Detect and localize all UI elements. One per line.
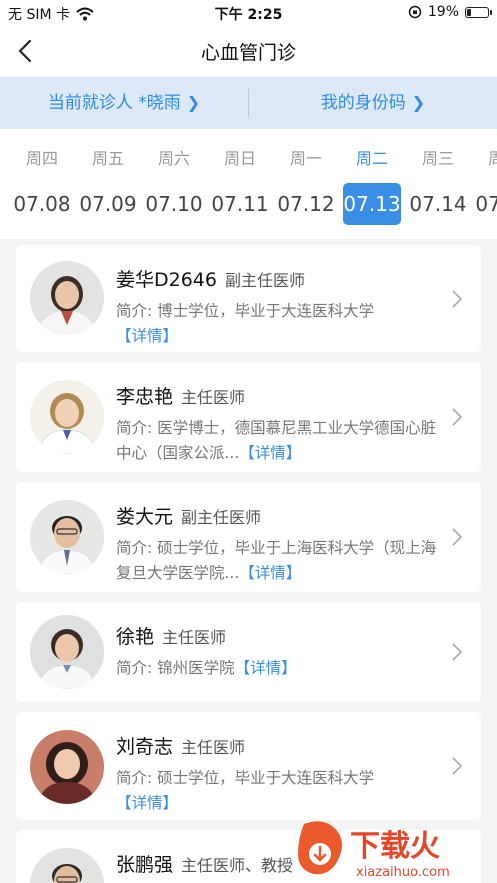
day-item[interactable]: 周六 07.10 <box>141 129 207 239</box>
doctor-avatar <box>30 500 104 574</box>
doctor-card[interactable]: 徐艳 主任医师 简介: 锦州医学院【详情】 <box>16 602 481 702</box>
nav-bar: 心血管门诊 <box>0 26 497 76</box>
doctor-name: 姜华D2646 <box>116 269 217 291</box>
chevron-right-icon <box>452 757 463 775</box>
date-label: 07.08 <box>13 192 71 216</box>
patient-bar: 当前就诊人 *晓雨 ❯ 我的身份码 ❯ <box>0 77 497 129</box>
doctor-card[interactable]: 刘奇志 主任医师 简介: 硕士学位，毕业于大连医科大学 【详情】 <box>16 712 481 820</box>
intro-text: 简介: 硕士学位，毕业于大连医科大学 <box>116 769 375 787</box>
weekday-label: 周六 <box>157 149 190 168</box>
my-id-code-label: 我的身份码 <box>320 93 406 113</box>
intro-text: 简介: 锦州医学院 <box>116 659 235 677</box>
detail-link[interactable]: 【详情】 <box>239 564 301 582</box>
doctor-intro: 简介: 硕士学位，毕业于大连医科大学 【详情】 <box>116 766 448 816</box>
doctor-title: 主任医师 <box>181 738 246 757</box>
detail-link[interactable]: 【详情】 <box>235 659 297 677</box>
day-item[interactable]: 周四 07.08 <box>9 129 75 239</box>
status-right: 19% <box>408 4 492 20</box>
name-row: 张鹏强 主任医师、教授 <box>116 850 293 877</box>
orientation-lock-icon <box>408 5 422 19</box>
date-label: 07.11 <box>211 192 269 216</box>
detail-link[interactable]: 【详情】 <box>116 794 178 812</box>
chevron-right-icon <box>452 643 463 661</box>
doctor-card[interactable]: 李忠艳 主任医师 简介: 医学博士，德国慕尼黑工业大学德国心脏中心（国家公派...… <box>16 362 481 472</box>
day-item[interactable]: 周三 07.14 <box>405 129 471 239</box>
doctor-intro: 简介: 锦州医学院【详情】 <box>116 656 448 681</box>
date-label: 07.12 <box>277 192 335 216</box>
date-label: 07.09 <box>79 192 137 216</box>
day-item[interactable]: 周四 07.15 <box>471 129 497 239</box>
doctor-avatar <box>30 380 104 454</box>
date-selector: 周四 07.08 周五 07.09 周六 07.10 周日 07.11 周一 0… <box>0 129 497 239</box>
intro-text: 简介: 博士学位，毕业于大连医科大学 <box>116 302 375 320</box>
doctor-title: 副主任医师 <box>181 508 262 527</box>
name-row: 李忠艳 主任医师 <box>116 382 245 409</box>
watermark-logo: 下载火 xiazaihuo.com <box>294 818 494 883</box>
weekday-label: 周三 <box>421 149 454 168</box>
doctor-avatar <box>30 730 104 804</box>
name-row: 姜华D2646 副主任医师 <box>116 265 305 292</box>
weekday-label: 周五 <box>91 149 124 168</box>
current-patient-button[interactable]: 当前就诊人 *晓雨 ❯ <box>0 77 248 129</box>
name-row: 娄大元 副主任医师 <box>116 502 261 529</box>
svg-text:xiazaihuo.com: xiazaihuo.com <box>356 865 450 880</box>
weekday-label: 周日 <box>223 149 256 168</box>
doctor-title: 主任医师 <box>181 388 246 407</box>
doctor-title: 主任医师、教授 <box>181 856 294 875</box>
page-title: 心血管门诊 <box>200 42 296 64</box>
doctor-name: 徐艳 <box>116 626 155 648</box>
doctor-intro: 简介: 博士学位，毕业于大连医科大学 【详情】 <box>116 299 448 349</box>
doctor-name: 娄大元 <box>116 506 174 528</box>
doctor-title: 主任医师 <box>162 628 227 647</box>
date-label: 07.15 <box>475 192 497 216</box>
doctor-name: 李忠艳 <box>116 386 174 408</box>
name-row: 刘奇志 主任医师 <box>116 732 245 759</box>
weekday-label: 周四 <box>25 149 58 168</box>
weekday-label: 周四 <box>487 149 497 168</box>
date-label: 07.10 <box>145 192 203 216</box>
day-item[interactable]: 周五 07.09 <box>75 129 141 239</box>
battery-fill <box>467 8 472 16</box>
day-item-selected[interactable]: 周二 07.13 <box>339 129 405 239</box>
weekday-label: 周二 <box>355 149 388 168</box>
day-item[interactable]: 周日 07.11 <box>207 129 273 239</box>
doctor-name: 张鹏强 <box>116 854 174 876</box>
detail-link[interactable]: 【详情】 <box>239 444 301 462</box>
detail-link[interactable]: 【详情】 <box>116 327 178 345</box>
name-row: 徐艳 主任医师 <box>116 622 226 649</box>
doctor-avatar <box>30 848 104 883</box>
day-item[interactable]: 周一 07.12 <box>273 129 339 239</box>
chevron-right-icon: ❯ <box>411 93 426 112</box>
chevron-right-icon <box>452 290 463 308</box>
chevron-right-icon <box>452 408 463 426</box>
doctor-avatar <box>30 615 104 689</box>
battery-percent: 19% <box>427 4 459 20</box>
current-patient-label: 当前就诊人 *晓雨 <box>47 93 181 113</box>
doctor-intro: 简介: 硕士学位，毕业于上海医科大学（现上海复旦大学医学院...【详情】 <box>116 536 448 586</box>
doctor-card[interactable]: 娄大元 副主任医师 简介: 硕士学位，毕业于上海医科大学（现上海复旦大学医学院..… <box>16 482 481 592</box>
doctor-avatar <box>30 261 104 335</box>
date-label: 07.14 <box>409 192 467 216</box>
chevron-right-icon <box>452 528 463 546</box>
my-id-code-button[interactable]: 我的身份码 ❯ <box>249 77 497 129</box>
weekday-label: 周一 <box>289 149 322 168</box>
battery-icon <box>465 6 492 18</box>
date-label: 07.13 <box>343 183 401 225</box>
svg-text:下载火: 下载火 <box>350 829 440 864</box>
doctor-list: 姜华D2646 副主任医师 简介: 博士学位，毕业于大连医科大学 【详情】 李忠艳主… <box>0 239 497 883</box>
status-bar: 无 SIM 卡 下午 2:25 19% <box>0 0 497 26</box>
doctor-name: 刘奇志 <box>116 736 174 758</box>
doctor-card[interactable]: 姜华D2646 副主任医师 简介: 博士学位，毕业于大连医科大学 【详情】 <box>16 245 481 352</box>
chevron-right-icon: ❯ <box>186 93 201 112</box>
doctor-intro: 简介: 医学博士，德国慕尼黑工业大学德国心脏中心（国家公派...【详情】 <box>116 416 448 466</box>
doctor-title: 副主任医师 <box>224 271 305 290</box>
